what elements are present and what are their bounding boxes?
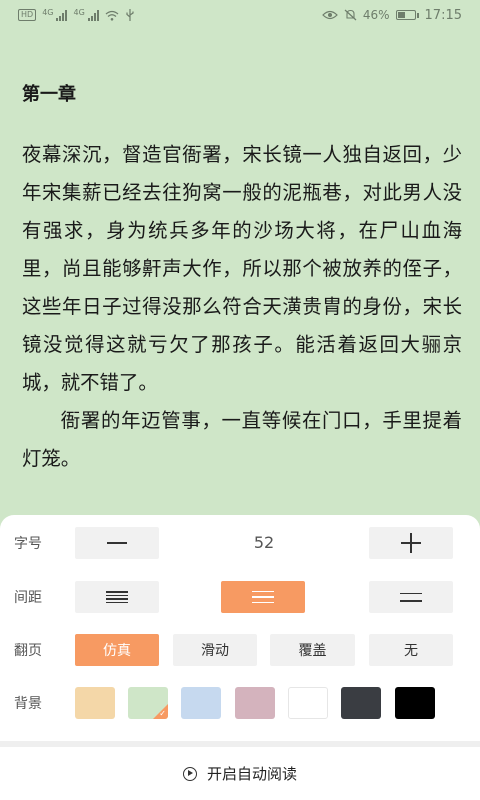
network-type-label: 4G [42, 8, 54, 17]
page-turn-row: 翻页 仿真 滑动 覆盖 无 [0, 634, 480, 668]
line-spacing-wide-icon [400, 592, 422, 602]
signal-icon-2 [87, 9, 99, 21]
auto-read-label: 开启自动阅读 [206, 765, 297, 783]
chapter-title: 第一章 [22, 84, 76, 105]
font-size-value: 52 [253, 533, 275, 552]
line-spacing-medium-icon [252, 590, 274, 604]
spacing-medium-button[interactable] [221, 581, 305, 613]
minus-icon [107, 542, 127, 544]
usb-icon [126, 9, 134, 21]
page-turn-none-button[interactable]: 无 [369, 634, 453, 666]
line-spacing-tight-icon [106, 591, 128, 603]
font-size-label: 字号 [14, 536, 42, 552]
font-size-increase-button[interactable] [369, 527, 453, 559]
reader-content[interactable]: 第一章 夜幕深沉，督造官衙署，宋长镜一人独自返回，少年宋集薪已经去往狗窝一般的泥… [22, 78, 462, 478]
page-turn-cover-button[interactable]: 覆盖 [270, 634, 355, 666]
battery-fill [397, 12, 405, 18]
reading-settings-panel: 字号 52 间距 翻页 仿真 滑动 覆盖 无 背景 ✓ [0, 515, 480, 741]
spacing-wide-button[interactable] [369, 581, 453, 613]
play-circle-icon [182, 766, 197, 781]
background-swatch-green[interactable]: ✓ [128, 687, 168, 719]
background-swatch-blue[interactable] [181, 687, 221, 719]
wifi-icon [105, 10, 119, 21]
font-size-decrease-button[interactable] [75, 527, 159, 559]
spacing-row: 间距 [0, 581, 480, 615]
background-swatch-dark-gray[interactable] [341, 687, 381, 719]
page-turn-label: 翻页 [14, 643, 42, 659]
page-turn-simulation-button[interactable]: 仿真 [75, 634, 159, 666]
clock: 17:15 [424, 7, 462, 23]
hd-badge: HD [18, 9, 37, 21]
background-swatch-beige[interactable] [75, 687, 115, 719]
plus-icon [401, 533, 421, 553]
background-swatch-pink[interactable] [235, 687, 275, 719]
paragraph: 夜幕深沉，督造官衙署，宋长镜一人独自返回，少年宋集薪已经去往狗窝一般的泥瓶巷，对… [22, 143, 462, 394]
background-label: 背景 [14, 696, 42, 712]
network-type-label-2: 4G [73, 8, 85, 17]
check-icon: ✓ [159, 709, 166, 718]
eye-icon [322, 10, 338, 20]
page-turn-slide-button[interactable]: 滑动 [173, 634, 257, 666]
mute-bell-icon [344, 9, 357, 21]
spacing-label: 间距 [14, 590, 42, 606]
background-row: 背景 ✓ [0, 687, 480, 721]
paragraph: 衙署的年迈管事，一直等候在门口，手里提着灯笼。 [22, 409, 462, 470]
battery-percent: 46% [362, 8, 390, 22]
auto-read-button[interactable]: 开启自动阅读 [0, 747, 480, 800]
status-right: 46% 17:15 [322, 8, 462, 23]
signal-icon [56, 9, 68, 21]
background-swatch-white[interactable] [288, 687, 328, 719]
background-swatch-black[interactable] [395, 687, 435, 719]
spacing-tight-button[interactable] [75, 581, 159, 613]
status-bar: HD 4G 4G 46% 17:15 [0, 0, 480, 30]
font-size-row: 字号 52 [0, 527, 480, 561]
battery-icon [395, 10, 419, 20]
status-left: HD 4G 4G [18, 9, 135, 21]
